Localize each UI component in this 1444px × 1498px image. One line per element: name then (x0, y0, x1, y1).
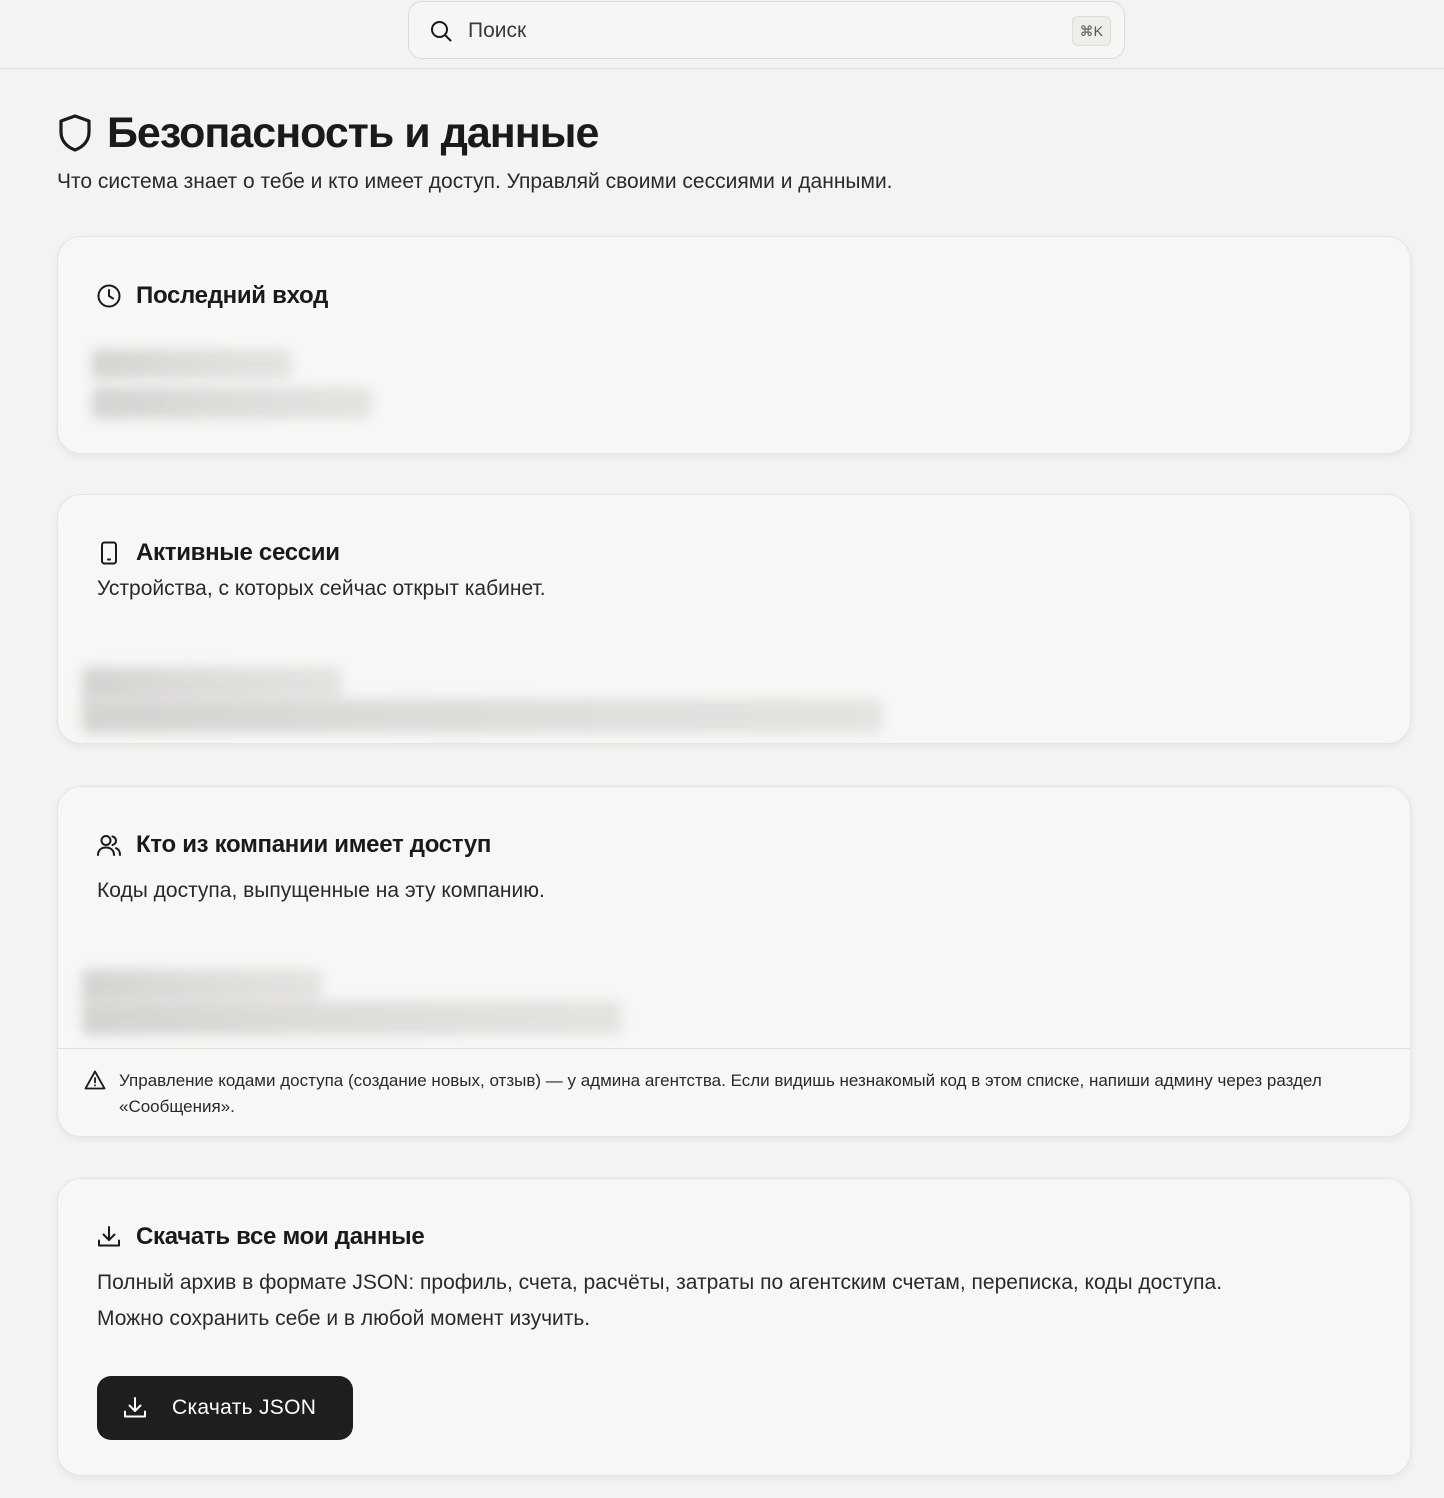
phone-icon (101, 541, 117, 565)
redacted-login-info-line-1 (92, 349, 292, 379)
active-sessions-header: Активные сессии (96, 538, 340, 568)
download-data-description-line-2: Можно сохранить себе и в любой момент из… (97, 1307, 591, 1330)
active-sessions-description: Устройства, с которых сейчас открыт каби… (97, 577, 546, 600)
company-access-title: Кто из компании имеет доступ (136, 831, 492, 858)
top-bar: Поиск ⌘K (0, 0, 1444, 69)
download-icon (98, 1226, 120, 1247)
download-json-button[interactable]: Скачать JSON (97, 1376, 353, 1440)
download-data-description-line-1: Полный архив в формате JSON: профиль, сч… (97, 1271, 1223, 1294)
access-note-text: Управление кодами доступа (создание новы… (119, 1071, 1322, 1116)
download-data-card: Скачать все мои данные Полный архив в фо… (57, 1178, 1411, 1476)
active-sessions-card: Активные сессии Устройства, с которых се… (57, 494, 1411, 744)
redacted-session-line-1 (82, 667, 342, 701)
page-title: Безопасность и данные (57, 108, 599, 158)
download-data-title: Скачать все мои данные (136, 1223, 425, 1250)
card-divider (58, 1048, 1410, 1049)
download-icon (124, 1397, 146, 1418)
search-placeholder: Поиск (468, 19, 527, 42)
warning-icon (84, 1070, 106, 1090)
last-login-card: Последний вход (57, 236, 1411, 454)
company-access-header: Кто из компании имеет доступ (96, 830, 491, 860)
users-icon (97, 835, 121, 856)
redacted-session-line-2 (82, 699, 882, 733)
search-icon (431, 21, 452, 42)
download-json-button-label: Скачать JSON (172, 1396, 317, 1419)
company-access-description: Коды доступа, выпущенные на эту компанию… (97, 879, 545, 902)
redacted-access-code-line-1 (82, 969, 322, 1003)
shield-icon (59, 114, 91, 152)
download-data-header: Скачать все мои данные (96, 1222, 425, 1252)
access-note: Управление кодами доступа (создание новы… (84, 1068, 1379, 1120)
active-sessions-title: Активные сессии (136, 539, 340, 566)
search-bar[interactable]: Поиск ⌘K (408, 1, 1125, 59)
page-subtitle: Что система знает о тебе и кто имеет дос… (57, 170, 893, 193)
clock-icon (97, 284, 121, 308)
last-login-title: Последний вход (136, 282, 329, 309)
page-heading: Безопасность и данные (107, 109, 599, 157)
redacted-login-info-line-2 (92, 387, 372, 419)
last-login-header: Последний вход (96, 281, 328, 311)
company-access-card: Кто из компании имеет доступ Коды доступ… (57, 786, 1411, 1137)
search-shortcut-badge: ⌘K (1071, 16, 1111, 46)
redacted-access-code-line-2 (82, 1001, 622, 1035)
